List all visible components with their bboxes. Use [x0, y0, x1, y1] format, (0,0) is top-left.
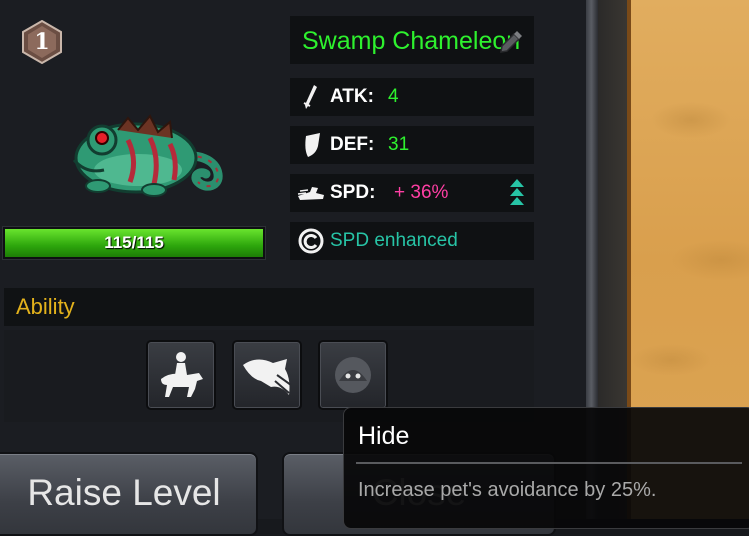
enhanced-text: SPD enhanced: [330, 230, 458, 251]
level-number: 1: [34, 29, 50, 55]
raise-level-label: Raise Level: [27, 472, 221, 513]
spd-value: + 36%: [394, 182, 449, 203]
ability-title: Ability: [16, 294, 75, 319]
sword-icon: [303, 85, 317, 109]
ability-slot-rider[interactable]: [146, 340, 216, 410]
def-value: 31: [388, 134, 410, 155]
raise-level-button[interactable]: Raise Level: [0, 452, 258, 536]
atk-value: 4: [388, 86, 399, 107]
pet-name: Swamp Chameleon: [302, 27, 521, 55]
ability-header: Ability: [4, 288, 534, 326]
hp-bar: 115/115: [2, 226, 266, 260]
pet-name-box[interactable]: Swamp Chameleon: [290, 16, 534, 64]
ability-slot-beast-dash[interactable]: [232, 340, 302, 410]
stat-spd: SPD: + 36%: [290, 174, 534, 212]
stat-def: DEF: 31: [290, 126, 534, 164]
ability-tooltip: Hide Increase pet's avoidance by 25%.: [343, 407, 749, 529]
def-label: DEF:: [330, 134, 375, 155]
winged-boot-icon: [297, 187, 324, 200]
ability-slot-hide[interactable]: [318, 340, 388, 410]
level-badge: 1: [20, 20, 64, 64]
tooltip-divider: [356, 462, 742, 464]
hp-text: 115/115: [104, 233, 164, 252]
swamp-chameleon-portrait: [72, 114, 223, 197]
rider-ability-icon: [161, 352, 203, 397]
shield-icon: [305, 133, 320, 157]
beast-dash-ability-icon: [243, 359, 292, 395]
spd-label: SPD:: [330, 182, 376, 203]
hide-ability-icon: [335, 357, 371, 393]
rename-pencil-icon[interactable]: [496, 26, 524, 54]
tooltip-title: Hide: [358, 422, 410, 450]
status-enhanced: SPD enhanced: [290, 222, 534, 260]
tooltip-description: Increase pet's avoidance by 25%.: [358, 479, 657, 501]
enhance-swirl-icon: [298, 228, 324, 254]
atk-label: ATK:: [330, 86, 374, 107]
buff-up-arrows-icon: [510, 179, 524, 205]
stat-atk: ATK: 4: [290, 78, 534, 116]
